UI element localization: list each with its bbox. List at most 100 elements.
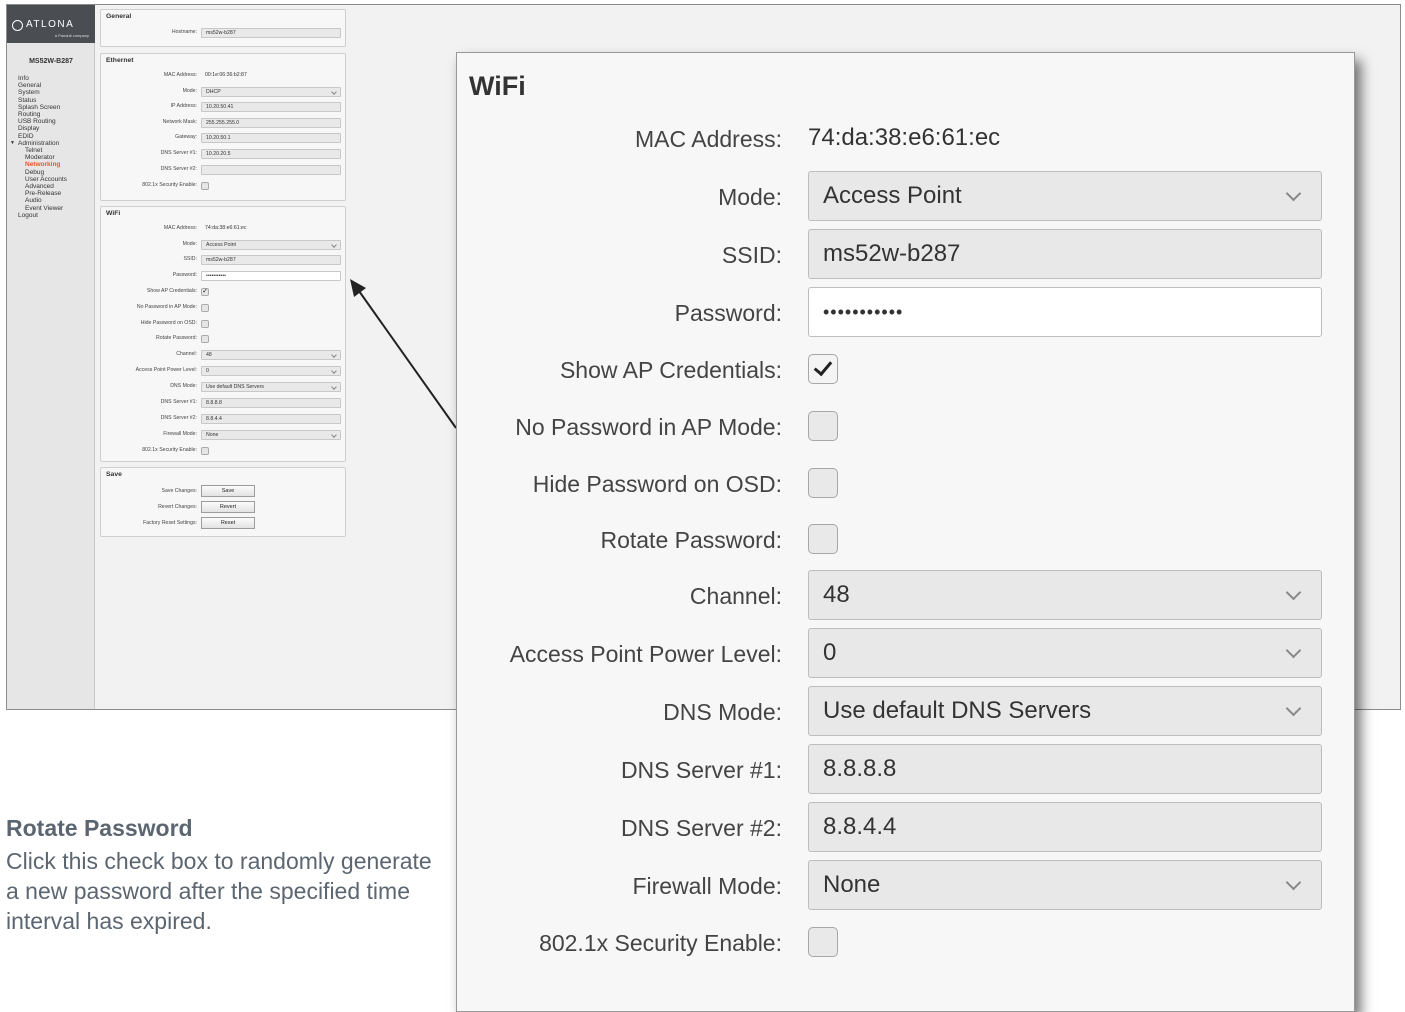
sidebar-item-moderator[interactable]: Moderator <box>18 154 67 161</box>
wifi-dns1-input[interactable]: 8.8.8.8 <box>201 398 341 408</box>
wifi-ssid-input[interactable]: ms52w-b287 <box>201 255 341 265</box>
zoom-firewall-select[interactable]: None <box>808 860 1322 910</box>
zoom-rotate-row: Rotate Password: <box>457 514 1356 564</box>
zoom-rotate-checkbox[interactable] <box>808 524 838 554</box>
sidebar-item-administration-label: Administration <box>18 139 60 147</box>
eth-dns2-input[interactable] <box>201 165 341 175</box>
eth-gateway-row: Gateway: 10.20.50.1 <box>101 133 347 143</box>
zoom-security-row: 802.1x Security Enable: <box>457 917 1356 967</box>
zoom-dns2-input[interactable]: 8.8.4.4 <box>808 802 1322 852</box>
chevron-down-icon <box>1285 185 1302 202</box>
wifi-power-select[interactable]: 0 <box>201 366 341 376</box>
eth-gateway-input[interactable]: 10.20.50.1 <box>201 133 341 143</box>
zoom-power-row: Access Point Power Level: 0 <box>457 628 1356 678</box>
wifi-security-checkbox[interactable] <box>201 447 209 455</box>
sidebar-item-logout[interactable]: Logout <box>18 212 67 219</box>
eth-ip-label: IP Address: <box>170 103 197 109</box>
wifi-no-password-checkbox[interactable] <box>201 304 209 312</box>
eth-security-checkbox[interactable] <box>201 182 209 190</box>
eth-security-label: 802.1x Security Enable: <box>142 182 197 188</box>
eth-mode-select[interactable]: DHCP <box>201 87 341 97</box>
sidebar-item-pre-release[interactable]: Pre-Release <box>18 190 67 197</box>
eth-dns1-input[interactable]: 10.20.20.5 <box>201 149 341 159</box>
wifi-dns2-input[interactable]: 8.8.4.4 <box>201 414 341 424</box>
caption: Rotate Password Click this check box to … <box>6 815 436 936</box>
wifi-mode-value: Access Point <box>206 242 236 248</box>
sidebar-item-general[interactable]: General <box>18 82 67 89</box>
reset-button[interactable]: Reset <box>201 517 255 529</box>
wifi-dns-mode-select[interactable]: Use default DNS Servers <box>201 382 341 392</box>
wifi-mode-select[interactable]: Access Point <box>201 240 341 250</box>
wifi-show-ap-checkbox[interactable]: ✓ <box>201 288 209 296</box>
revert-label: Revert Changes: <box>158 504 197 510</box>
sidebar-item-usb-routing[interactable]: USB Routing <box>18 118 67 125</box>
save-label: Save Changes: <box>161 488 197 494</box>
zoom-ssid-row: SSID: ms52w-b287 <box>457 229 1356 279</box>
zoom-power-value: 0 <box>823 639 837 666</box>
zoom-power-select[interactable]: 0 <box>808 628 1322 678</box>
sidebar-item-event-viewer[interactable]: Event Viewer <box>18 205 67 212</box>
zoom-firewall-value: None <box>823 871 881 898</box>
sidebar-item-system[interactable]: System <box>18 89 67 96</box>
wifi-rotate-row: Rotate Password: <box>101 334 347 344</box>
zoom-dns-mode-select[interactable]: Use default DNS Servers <box>808 686 1322 736</box>
zoom-mode-value: Access Point <box>823 182 962 209</box>
sidebar-item-splash-screen[interactable]: Splash Screen <box>18 104 67 111</box>
zoom-channel-value: 48 <box>823 581 850 608</box>
brand-logo: ATLONA a Panduit company <box>7 5 95 43</box>
sidebar-item-user-accounts[interactable]: User Accounts <box>18 176 67 183</box>
chevron-down-icon <box>1285 642 1302 659</box>
chevron-down-icon <box>331 352 337 358</box>
zoom-show-ap-checkbox[interactable] <box>808 354 838 384</box>
zoom-no-password-checkbox[interactable] <box>808 411 838 441</box>
wifi-mode-row: Mode: Access Point <box>101 240 347 250</box>
sidebar-item-display[interactable]: Display <box>18 125 67 132</box>
wifi-rotate-checkbox[interactable] <box>201 335 209 343</box>
zoom-mode-select[interactable]: Access Point <box>808 171 1322 221</box>
eth-mask-input[interactable]: 255.255.255.0 <box>201 118 341 128</box>
save-panel: Save Save Changes: Save Revert Changes: … <box>100 467 346 537</box>
sidebar-item-routing[interactable]: Routing <box>18 111 67 118</box>
zoom-no-password-label: No Password in AP Mode: <box>515 414 782 440</box>
zoom-hide-password-checkbox[interactable] <box>808 468 838 498</box>
zoom-password-input[interactable]: ••••••••••• <box>808 287 1322 337</box>
zoom-security-label: 802.1x Security Enable: <box>539 930 782 956</box>
sidebar-item-edid[interactable]: EDID <box>18 133 67 140</box>
zoom-firewall-row: Firewall Mode: None <box>457 860 1356 910</box>
sidebar-item-audio[interactable]: Audio <box>18 197 67 204</box>
zoom-dns1-input[interactable]: 8.8.8.8 <box>808 744 1322 794</box>
zoom-channel-select[interactable]: 48 <box>808 570 1322 620</box>
eth-ip-input[interactable]: 10.20.50.41 <box>201 102 341 112</box>
revert-button[interactable]: Revert <box>201 501 255 513</box>
wifi-firewall-value: None <box>206 432 219 438</box>
sidebar-item-info[interactable]: Info <box>18 75 67 82</box>
sidebar-nav: Info General System Status Splash Screen… <box>10 75 67 219</box>
hostname-input[interactable]: ms52w-b287 <box>201 28 341 38</box>
eth-dns1-label: DNS Server #1: <box>160 150 197 156</box>
zoom-show-ap-row: Show AP Credentials: <box>457 344 1356 394</box>
wifi-password-row: Password: ••••••••••• <box>101 271 347 281</box>
wifi-channel-select[interactable]: 48 <box>201 350 341 360</box>
eth-security-row: 802.1x Security Enable: <box>101 181 347 191</box>
zoom-password-row: Password: ••••••••••• <box>457 287 1356 337</box>
sidebar-item-administration[interactable]: ▼ Administration <box>10 139 67 147</box>
sidebar-item-debug[interactable]: Debug <box>18 169 67 176</box>
sidebar-item-telnet[interactable]: Telnet <box>18 147 67 154</box>
wifi-hide-password-checkbox[interactable] <box>201 320 209 328</box>
wifi-mac-row: MAC Address: 74:da:38:e6:61:ec <box>101 224 347 234</box>
wifi-zoom-panel: WiFi MAC Address: 74:da:38:e6:61:ec Mode… <box>456 52 1355 1012</box>
eth-mode-row: Mode: DHCP <box>101 87 347 97</box>
wifi-password-label: Password: <box>172 272 197 278</box>
sidebar-item-networking[interactable]: Networking <box>18 161 67 168</box>
zoom-ssid-input[interactable]: ms52w-b287 <box>808 229 1322 279</box>
sidebar-item-advanced[interactable]: Advanced <box>18 183 67 190</box>
zoom-dns-mode-row: DNS Mode: Use default DNS Servers <box>457 686 1356 736</box>
caption-body: Click this check box to randomly generat… <box>6 848 432 934</box>
wifi-firewall-select[interactable]: None <box>201 430 341 440</box>
save-button[interactable]: Save <box>201 485 255 497</box>
wifi-password-input[interactable]: ••••••••••• <box>201 271 341 281</box>
zoom-dns2-label: DNS Server #2: <box>620 815 782 841</box>
logo-text: ATLONA <box>26 19 75 30</box>
zoom-security-checkbox[interactable] <box>808 927 838 957</box>
sidebar-item-status[interactable]: Status <box>18 97 67 104</box>
